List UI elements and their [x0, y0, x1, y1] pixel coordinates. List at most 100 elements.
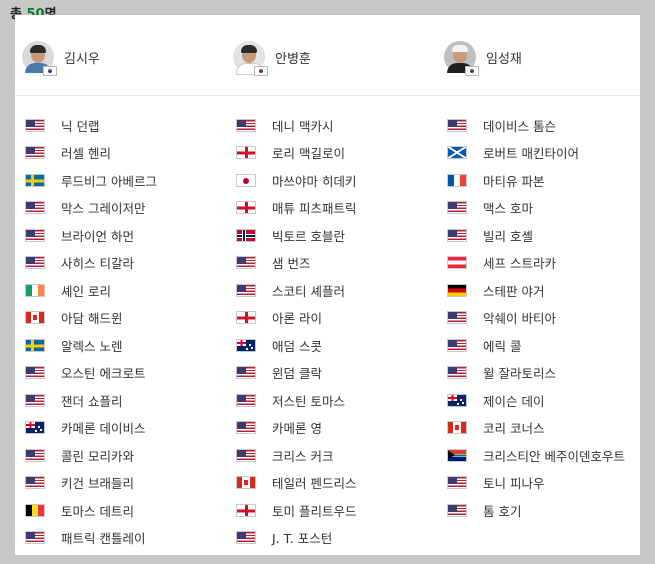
australia-flag-icon [447, 393, 467, 407]
usa-flag-icon [25, 256, 45, 269]
player-list-item[interactable]: 스코티 셰플러 [236, 281, 345, 299]
player-name: 로버트 매킨타이어 [483, 146, 579, 161]
player-list-item[interactable]: 윌 잘라토리스 [447, 364, 556, 382]
player-list-item[interactable]: 패트릭 캔틀레이 [25, 529, 145, 547]
player-name: 톰 호기 [483, 503, 522, 519]
player-name: 샘 번즈 [272, 256, 311, 271]
scotland-flag-icon [447, 146, 467, 159]
player-name: 에릭 콜 [483, 338, 522, 354]
player-name: 러셀 헨리 [61, 146, 111, 161]
player-list-item[interactable]: 카메론 영 [236, 419, 322, 437]
player-list-item[interactable]: 셰인 로리 [25, 281, 111, 299]
usa-flag-icon [25, 146, 45, 159]
player-name: 세프 스트라카 [483, 256, 556, 271]
player-list-panel: 김시우 안병훈 임성재 닉 던랩러셀 헨리루드비그 아베르그막스 그레이저만브라… [15, 15, 640, 555]
player-list-item[interactable]: 아담 해드윈 [25, 309, 122, 327]
player-list-item[interactable]: 카메론 데이비스 [25, 419, 145, 437]
player-list-item[interactable]: 아론 라이 [236, 309, 322, 327]
player-list-item[interactable]: 루드비그 아베르그 [25, 171, 157, 189]
player-name: 키건 브래들리 [61, 476, 134, 491]
player-list-item[interactable]: 윈덤 클락 [236, 364, 322, 382]
player-list-item[interactable]: 에릭 콜 [447, 336, 521, 354]
player-name: 빌리 호셸 [483, 228, 533, 244]
player-name: 토니 피나우 [483, 476, 545, 491]
player-name: 윈덤 클락 [272, 366, 322, 381]
player-avatar [233, 41, 268, 76]
usa-flag-icon [236, 256, 256, 269]
canada-flag-icon [236, 476, 256, 489]
england-flag-icon [236, 503, 256, 517]
canada-flag-icon [447, 421, 467, 434]
korean-player-item[interactable]: 임성재 [444, 39, 522, 76]
korea-flag-icon [254, 66, 268, 76]
player-list-item[interactable]: 세프 스트라카 [447, 254, 556, 272]
korean-player-item[interactable]: 안병훈 [233, 39, 311, 76]
player-list-item[interactable]: 사히스 티갈라 [25, 254, 134, 272]
player-list-item[interactable]: 닉 던랩 [25, 116, 99, 134]
player-list-item[interactable]: 맥스 호마 [447, 199, 533, 217]
player-name: 막스 그레이저만 [61, 201, 146, 216]
usa-flag-icon [447, 311, 467, 324]
player-list-item[interactable]: 크리스 커크 [236, 446, 333, 464]
player-list-item[interactable]: 로리 맥길로이 [236, 144, 345, 162]
player-list-item[interactable]: 마쓰야마 히데키 [236, 171, 356, 189]
player-list-item[interactable]: 막스 그레이저만 [25, 199, 145, 217]
player-name: 토미 플리트우드 [272, 503, 357, 519]
korean-players-row: 김시우 안병훈 임성재 [15, 15, 640, 96]
player-name: 셰인 로리 [61, 283, 111, 299]
player-name: 빅토르 호블란 [272, 228, 345, 244]
usa-flag-icon [447, 476, 467, 489]
player-list-item[interactable]: 마티유 파본 [447, 171, 544, 189]
player-list-item[interactable]: 제이슨 데이 [447, 391, 544, 409]
player-list-item[interactable]: 크리스티안 베주이덴호우트 [447, 446, 625, 464]
player-list-item[interactable]: 토미 플리트우드 [236, 501, 356, 519]
player-list-item[interactable]: 데이비스 톰슨 [447, 116, 556, 134]
player-list-item[interactable]: 저스틴 토마스 [236, 391, 345, 409]
player-list-item[interactable]: 브라이언 하먼 [25, 226, 134, 244]
player-list-item[interactable]: 테일러 펜드리스 [236, 474, 356, 492]
player-list-item[interactable]: 키건 브래들리 [25, 474, 134, 492]
player-list-item[interactable]: 러셀 헨리 [25, 144, 111, 162]
player-list-item[interactable]: 로버트 매킨타이어 [447, 144, 579, 162]
player-list-item[interactable]: 빅토르 호블란 [236, 226, 345, 244]
usa-flag-icon [447, 228, 467, 242]
player-list-item[interactable]: 토니 피나우 [447, 474, 544, 492]
usa-flag-icon [236, 118, 256, 132]
sweden-flag-icon [25, 173, 45, 187]
player-list-item[interactable]: 오스틴 에크로트 [25, 364, 145, 382]
japan-flag-icon [236, 173, 256, 187]
player-list-item[interactable]: 빌리 호셸 [447, 226, 533, 244]
player-list-item[interactable]: 코리 코너스 [447, 419, 544, 437]
player-list-item[interactable]: 스테판 야거 [447, 281, 544, 299]
korea-flag-icon [43, 66, 57, 76]
nireland-flag-icon [236, 146, 256, 159]
player-list-item[interactable]: 잰더 쇼플리 [25, 391, 122, 409]
korean-player-name: 안병훈 [275, 51, 311, 67]
player-list-item[interactable]: 토마스 데트리 [25, 501, 134, 519]
canada-flag-icon [25, 311, 45, 324]
korean-player-item[interactable]: 김시우 [22, 39, 100, 76]
usa-flag-icon [236, 448, 256, 462]
player-name: 루드비그 아베르그 [61, 173, 157, 189]
player-list-item[interactable]: 알렉스 노렌 [25, 336, 122, 354]
player-list-item[interactable]: 톰 호기 [447, 501, 521, 519]
usa-flag-icon [25, 201, 45, 214]
player-list-item[interactable]: 매튜 피츠패트릭 [236, 199, 356, 217]
player-list-item[interactable]: 콜린 모리카와 [25, 446, 134, 464]
usa-flag-icon [25, 118, 45, 132]
usa-flag-icon [25, 366, 45, 379]
usa-flag-icon [236, 366, 256, 379]
player-list-item[interactable]: J. T. 포스턴 [236, 529, 332, 547]
player-list-item[interactable]: 악쉐이 바티아 [447, 309, 556, 327]
sweden-flag-icon [25, 338, 45, 352]
player-list-item[interactable]: 샘 번즈 [236, 254, 310, 272]
player-list-item[interactable]: 애덤 스콧 [236, 336, 322, 354]
player-name: 토마스 데트리 [61, 503, 134, 519]
player-name: 크리스 커크 [272, 448, 334, 464]
player-name: 카메론 영 [272, 421, 322, 436]
player-name: 아담 해드윈 [61, 311, 123, 326]
player-name: 저스틴 토마스 [272, 393, 345, 409]
player-list-item[interactable]: 데니 맥카시 [236, 116, 333, 134]
korea-flag-icon [465, 66, 479, 76]
england-flag-icon [236, 201, 256, 214]
